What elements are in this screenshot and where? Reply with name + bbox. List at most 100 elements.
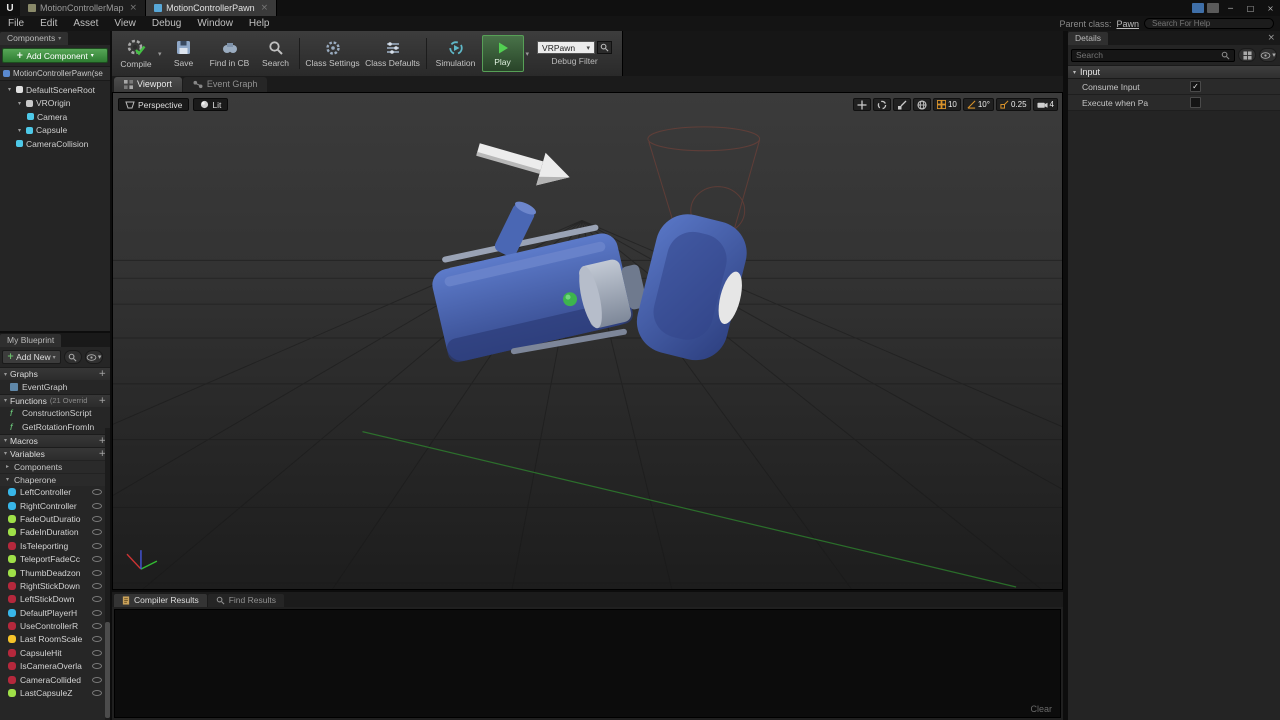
close-panel-icon[interactable]: × (1267, 33, 1280, 43)
eye-icon[interactable] (92, 609, 102, 616)
lit-mode-button[interactable]: Lit (193, 98, 229, 111)
debug-object-select[interactable]: VRPawn ▾ (537, 41, 596, 54)
layout-icon[interactable] (1207, 3, 1219, 13)
search-button[interactable] (63, 350, 82, 364)
search-button[interactable]: Search (256, 31, 296, 76)
visibility-options-button[interactable]: ▾ (84, 350, 103, 364)
viewport-3d-scene[interactable] (113, 93, 1062, 589)
tab-event-graph[interactable]: Event Graph (182, 77, 268, 92)
variable-row[interactable]: Last RoomScale (0, 633, 110, 646)
eye-icon[interactable] (92, 623, 102, 630)
graph-item[interactable]: EventGraph (0, 380, 110, 394)
expander-icon[interactable]: ▾ (6, 86, 13, 93)
asset-tab-pawn[interactable]: MotionControllerPawn × (146, 0, 278, 16)
asset-tab-map[interactable]: MotionControllerMap × (20, 0, 147, 16)
parent-class-link[interactable]: Pawn (1116, 19, 1139, 29)
details-search-input[interactable] (1076, 50, 1218, 60)
variable-category[interactable]: ▸ Components (0, 459, 110, 473)
perspective-button[interactable]: Perspective (118, 98, 190, 111)
expander-icon[interactable]: ▾ (4, 476, 11, 483)
eye-icon[interactable] (92, 515, 102, 522)
eye-icon[interactable] (92, 690, 102, 697)
variable-row[interactable]: IsCameraOverla (0, 660, 110, 673)
expander-icon[interactable]: ▾ (16, 127, 23, 134)
variable-row[interactable]: LeftStickDown (0, 593, 110, 606)
menu-asset[interactable]: Asset (65, 18, 106, 29)
input-section-header[interactable]: ▾ Input (1068, 65, 1280, 79)
menu-file[interactable]: File (0, 18, 32, 29)
menu-debug[interactable]: Debug (144, 18, 189, 29)
variable-row[interactable]: IsTeleporting (0, 539, 110, 552)
variable-row[interactable]: CapsuleHit (0, 646, 110, 659)
find-in-cb-button[interactable]: Find in CB (204, 31, 256, 76)
eye-icon[interactable] (92, 596, 102, 603)
rotation-snap-button[interactable]: 10° (962, 98, 994, 111)
display-filter-button[interactable]: ▾ (1259, 48, 1277, 62)
variable-row[interactable]: DefaultPlayerH (0, 606, 110, 619)
clear-log-button[interactable]: Clear (1030, 704, 1052, 714)
execute-when-paused-checkbox[interactable]: ✓ (1190, 97, 1201, 108)
graphs-section-header[interactable]: ▾ Graphs + (0, 367, 110, 380)
consume-input-checkbox[interactable]: ✓ (1190, 81, 1201, 92)
components-self-row[interactable]: MotionControllerPawn(se (0, 66, 110, 81)
variable-row[interactable]: CameraCollided (0, 673, 110, 686)
expander-icon[interactable]: ▾ (16, 100, 23, 107)
function-item[interactable]: f ConstructionScript (0, 407, 110, 421)
components-panel-tab[interactable]: Components ▾ (0, 32, 69, 45)
add-new-button[interactable]: + Add New ▾ (2, 350, 61, 364)
expander-icon[interactable]: ▸ (4, 463, 11, 470)
add-graph-button[interactable]: + (98, 369, 106, 379)
play-button[interactable]: Play (481, 35, 524, 72)
compile-button[interactable]: Compile (116, 31, 156, 76)
compile-options-dropdown[interactable]: ▾ (156, 31, 164, 76)
macros-section-header[interactable]: ▾ Macros + (0, 433, 110, 447)
details-panel-tab[interactable]: Details (1068, 32, 1108, 45)
help-search-input[interactable] (1144, 18, 1274, 29)
scale-tool-button[interactable] (892, 98, 911, 111)
class-defaults-button[interactable]: Class Defaults (363, 31, 423, 76)
scale-snap-button[interactable]: 0.25 (995, 98, 1031, 111)
eye-icon[interactable] (92, 489, 102, 496)
variable-row[interactable]: TeleportFadeCc (0, 552, 110, 565)
eye-icon[interactable] (92, 556, 102, 563)
tab-compiler-results[interactable]: Compiler Results (114, 594, 207, 607)
scrollbar[interactable] (105, 428, 110, 720)
save-button[interactable]: Save (164, 31, 204, 76)
variable-row[interactable]: LeftController (0, 486, 110, 499)
close-tab-icon[interactable]: × (259, 3, 269, 13)
eye-icon[interactable] (92, 582, 102, 589)
play-options-dropdown[interactable]: ▾ (524, 31, 532, 76)
tree-row[interactable]: ▾ Capsule (0, 124, 110, 138)
add-function-button[interactable]: + (98, 396, 106, 406)
property-matrix-button[interactable] (1238, 48, 1256, 62)
function-item[interactable]: f GetRotationFromIn (0, 420, 110, 434)
account-icon[interactable] (1192, 3, 1204, 13)
maximize-button[interactable]: □ (1242, 2, 1259, 15)
tree-row[interactable]: CameraCollision (0, 137, 110, 151)
variable-row[interactable]: ThumbDeadzon (0, 566, 110, 579)
variables-section-header[interactable]: ▾ Variables + (0, 446, 110, 460)
menu-help[interactable]: Help (241, 18, 278, 29)
menu-view[interactable]: View (106, 18, 144, 29)
close-button[interactable]: × (1262, 2, 1279, 15)
tree-row[interactable]: ▾ DefaultSceneRoot (0, 83, 110, 97)
variable-row[interactable]: LastCapsuleZ (0, 686, 110, 699)
tree-row[interactable]: Camera (0, 110, 110, 124)
variable-row[interactable]: UseControllerR (0, 619, 110, 632)
simulation-button[interactable]: Simulation (430, 31, 482, 76)
tree-row[interactable]: ▾ VROrigin (0, 97, 110, 111)
variable-row[interactable]: FadeOutDuratio (0, 512, 110, 525)
functions-section-header[interactable]: ▾ Functions (21 Overrid + (0, 393, 110, 407)
tab-find-results[interactable]: Find Results (207, 594, 284, 607)
eye-icon[interactable] (92, 502, 102, 509)
rotate-tool-button[interactable] (872, 98, 891, 111)
variable-category[interactable]: ▾ Chaperone (0, 472, 110, 486)
close-tab-icon[interactable]: × (128, 3, 138, 13)
camera-speed-button[interactable]: 4 (1032, 98, 1058, 111)
eye-icon[interactable] (92, 649, 102, 656)
eye-icon[interactable] (92, 569, 102, 576)
eye-icon[interactable] (92, 663, 102, 670)
debug-search-button[interactable] (597, 41, 613, 54)
variable-row[interactable]: FadeInDuration (0, 526, 110, 539)
menu-edit[interactable]: Edit (32, 18, 65, 29)
